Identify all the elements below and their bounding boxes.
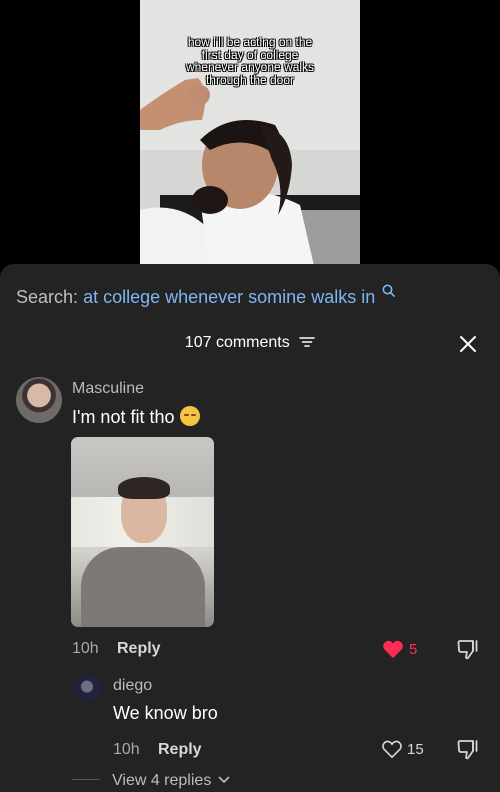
chevron-down-icon: [218, 776, 230, 783]
divider: [72, 779, 100, 780]
video-caption-line: through the door: [205, 72, 295, 87]
comment-photo[interactable]: [71, 437, 214, 627]
search-suggestion[interactable]: Search: at college whenever somine walks…: [16, 284, 396, 308]
video-caption-line: how i'll be acting on the: [187, 35, 313, 49]
photo-subject-body: [81, 547, 205, 627]
pensive-face-emoji-icon: [180, 406, 201, 426]
comment-text-content: I'm not fit tho: [72, 407, 175, 427]
search-prefix: Search:: [16, 287, 79, 307]
like-count: 5: [409, 641, 418, 658]
video-player[interactable]: how i'll be acting on the first day of c…: [0, 0, 500, 270]
reply-time: 10h: [113, 741, 140, 758]
close-icon[interactable]: [458, 334, 478, 354]
reply-button[interactable]: Reply: [158, 741, 202, 759]
like-count: 15: [407, 741, 424, 758]
avatar[interactable]: [73, 674, 101, 702]
view-replies-label: View 4 replies: [112, 772, 212, 789]
search-query-link[interactable]: at college whenever somine walks in: [83, 287, 375, 307]
video-caption-line: whenever anyone walks: [185, 60, 315, 74]
video-caption: how i'll be acting on the first day of c…: [140, 36, 360, 86]
reply-button[interactable]: Reply: [117, 640, 161, 658]
thumbs-down-icon[interactable]: [456, 638, 480, 660]
avatar[interactable]: [16, 377, 62, 423]
comment-author[interactable]: Masculine: [72, 380, 144, 398]
photo-subject-hair: [118, 477, 170, 499]
reply-author[interactable]: diego: [113, 677, 152, 695]
comments-count: 107 comments: [184, 334, 290, 351]
video-frame[interactable]: how i'll be acting on the first day of c…: [140, 0, 360, 270]
view-replies-button[interactable]: View 4 replies: [72, 772, 230, 790]
thumbs-down-icon[interactable]: [456, 738, 480, 760]
heart-icon[interactable]: [382, 639, 404, 659]
comment-text: I'm not fit tho: [72, 406, 201, 428]
comments-header: 107 comments: [0, 334, 500, 352]
filter-icon[interactable]: [299, 336, 315, 348]
heart-outline-icon[interactable]: [381, 739, 403, 759]
search-icon[interactable]: [382, 284, 396, 297]
comments-sheet: Search: at college whenever somine walks…: [0, 264, 500, 792]
reply-text: We know bro: [113, 703, 218, 723]
comment-time: 10h: [72, 640, 99, 657]
